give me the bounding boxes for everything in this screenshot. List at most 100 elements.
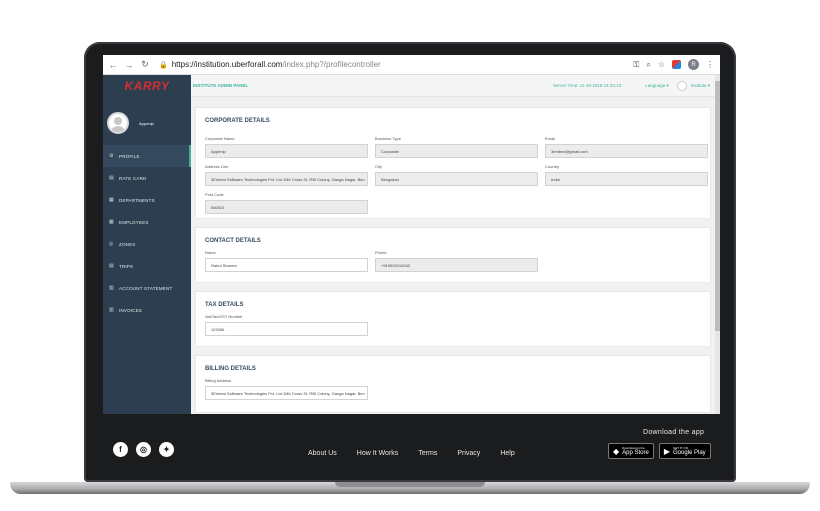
- sidebar-item-trips[interactable]: ▤ TRIPS: [103, 255, 191, 277]
- back-icon[interactable]: ←: [107, 60, 119, 70]
- sidebar-item-label: RATE CARD: [119, 175, 147, 181]
- field-label: Vat/Tax/GST Number: [205, 314, 243, 319]
- city-field[interactable]: Bengaluru: [375, 172, 538, 186]
- corporate-name-field[interactable]: Appenip: [205, 144, 368, 158]
- browser-toolbar: ← → ↻ 🔒 https://institution.uberforall.c…: [103, 55, 720, 75]
- reload-icon[interactable]: ↻: [139, 59, 151, 70]
- card-title: TAX DETAILS: [205, 302, 244, 308]
- footer-links: About Us How It Works Terms Privacy Help: [308, 450, 515, 457]
- field-label: Corporate Name: [205, 136, 235, 141]
- browser-actions: ⚿ ⌕ ☆ R ⋮: [633, 59, 714, 70]
- profile-avatar[interactable]: R: [688, 59, 699, 70]
- card-title: CORPORATE DETAILS: [205, 118, 270, 124]
- sidebar-item-label: TRIPS: [119, 263, 134, 269]
- sidebar-item-account-statement[interactable]: ▥ ACCOUNT STATEMENT: [103, 277, 191, 299]
- sidebar-item-label: EMPLOYEES: [119, 219, 149, 225]
- card-title: BILLING DETAILS: [205, 366, 256, 372]
- tax-details-card: TAX DETAILS Vat/Tax/GST Number 123456: [195, 291, 711, 347]
- social-links: f ◎ ✦: [113, 442, 174, 457]
- forward-icon[interactable]: →: [123, 60, 135, 70]
- billing-address-field[interactable]: 3Embed Software Technologies Pvt. Ltd.10…: [205, 386, 368, 400]
- business-type-field[interactable]: Corporate: [375, 144, 538, 158]
- sidebar-item-label: PROFILE: [119, 153, 140, 159]
- play-icon: ▶: [663, 446, 670, 456]
- invoice-icon: ▥: [109, 307, 114, 313]
- user-profile: Appenip: [103, 105, 191, 141]
- building-icon: ▦: [109, 197, 114, 203]
- sidebar-menu: ⚙ PROFILE ▤ RATE CARD ▦ DEPARTMENTS ▦ EM…: [103, 145, 191, 321]
- card-icon: ▤: [109, 175, 114, 181]
- sidebar-item-invoices[interactable]: ▥ INVOICES: [103, 299, 191, 321]
- field-label: Address Line: [205, 164, 229, 169]
- footer-link-help[interactable]: Help: [500, 450, 514, 457]
- field-label: Name: [205, 250, 216, 255]
- extension-icon[interactable]: [672, 60, 681, 69]
- address-bar[interactable]: 🔒 https://institution.uberforall.com/ind…: [159, 60, 633, 69]
- sidebar-item-label: ZONES: [119, 241, 136, 247]
- gear-icon: ⚙: [109, 153, 114, 159]
- apple-icon: ◆: [613, 446, 620, 456]
- sidebar-item-zones[interactable]: ◎ ZONES: [103, 233, 191, 255]
- contact-details-card: CONTACT DETAILS Name Rahul Sharma Phone …: [195, 227, 711, 283]
- menu-dots-icon[interactable]: ⋮: [706, 60, 714, 69]
- zoom-icon[interactable]: ⌕: [646, 60, 650, 70]
- users-icon: ▦: [109, 219, 114, 225]
- avatar: [107, 112, 129, 134]
- globe-icon: ◎: [109, 241, 114, 247]
- tax-number-field[interactable]: 123456: [205, 322, 368, 336]
- sidebar: KARRY Appenip ⚙ PROFILE ▤ RATE CARD ▦ DE…: [103, 75, 191, 467]
- billing-details-card: BILLING DETAILS Billing Address 3Embed S…: [195, 355, 711, 413]
- key-icon[interactable]: ⚿: [633, 60, 639, 70]
- scrollbar[interactable]: [715, 75, 720, 467]
- address-field[interactable]: 3Embed Software Technologies Pvt. Ltd.10…: [205, 172, 368, 186]
- top-header: INSTITUTE ADMIN PANEL Server Time: 11-10…: [191, 75, 720, 97]
- field-label: Phone: [375, 250, 387, 255]
- email-field[interactable]: 3embed@gmail.com: [545, 144, 708, 158]
- logo[interactable]: KARRY: [103, 75, 191, 97]
- field-label: City: [375, 164, 382, 169]
- document-icon: ▥: [109, 285, 114, 291]
- panel-title: INSTITUTE ADMIN PANEL: [193, 83, 249, 88]
- scrollbar-thumb[interactable]: [715, 81, 720, 331]
- sidebar-item-label: INVOICES: [119, 307, 143, 313]
- phone-field[interactable]: +919902016342: [375, 258, 538, 272]
- url-path: /index.php?/profilecontroller: [282, 60, 381, 69]
- sidebar-item-rate-card[interactable]: ▤ RATE CARD: [103, 167, 191, 189]
- store-big-text: Google Play: [673, 449, 706, 456]
- star-icon[interactable]: ☆: [658, 60, 665, 69]
- google-play-button[interactable]: ▶ GET IT ON Google Play: [658, 443, 711, 459]
- institute-dropdown[interactable]: Institute ▾: [691, 83, 710, 89]
- sidebar-item-departments[interactable]: ▦ DEPARTMENTS: [103, 189, 191, 211]
- footer-link-how-it-works[interactable]: How It Works: [357, 450, 399, 457]
- facebook-icon[interactable]: f: [113, 442, 128, 457]
- screen: ← → ↻ 🔒 https://institution.uberforall.c…: [103, 55, 720, 467]
- field-label: Business Type: [375, 136, 401, 141]
- contact-name-field[interactable]: Rahul Sharma: [205, 258, 368, 272]
- route-icon: ▤: [109, 263, 114, 269]
- twitter-icon[interactable]: ✦: [159, 442, 174, 457]
- site-footer: f ◎ ✦ About Us How It Works Terms Privac…: [103, 414, 720, 467]
- post-code-field[interactable]: 560024: [205, 200, 368, 214]
- laptop-notch: [335, 482, 485, 487]
- country-field[interactable]: India: [545, 172, 708, 186]
- store-big-text: App Store: [622, 449, 649, 456]
- corporate-details-card: CORPORATE DETAILS Corporate Name Appenip…: [195, 107, 711, 219]
- field-label: Email: [545, 136, 556, 141]
- field-label: Billing Address: [205, 378, 232, 383]
- app-store-button[interactable]: ◆ Download on the App Store: [608, 443, 654, 459]
- sidebar-item-profile[interactable]: ⚙ PROFILE: [103, 145, 191, 167]
- sidebar-item-label: DEPARTMENTS: [119, 197, 155, 203]
- main-content: CORPORATE DETAILS Corporate Name Appenip…: [191, 97, 720, 467]
- field-label: Country: [545, 164, 560, 169]
- sidebar-item-employees[interactable]: ▦ EMPLOYEES: [103, 211, 191, 233]
- footer-link-terms[interactable]: Terms: [418, 450, 437, 457]
- instagram-icon[interactable]: ◎: [136, 442, 151, 457]
- user-name: Appenip: [139, 120, 154, 126]
- footer-link-privacy[interactable]: Privacy: [457, 450, 480, 457]
- language-dropdown[interactable]: Language ▾: [645, 83, 669, 89]
- sidebar-item-label: ACCOUNT STATEMENT: [119, 285, 173, 291]
- download-title: Download the app: [643, 429, 705, 436]
- card-title: CONTACT DETAILS: [205, 238, 261, 244]
- header-avatar[interactable]: [676, 80, 687, 91]
- footer-link-about[interactable]: About Us: [308, 450, 337, 457]
